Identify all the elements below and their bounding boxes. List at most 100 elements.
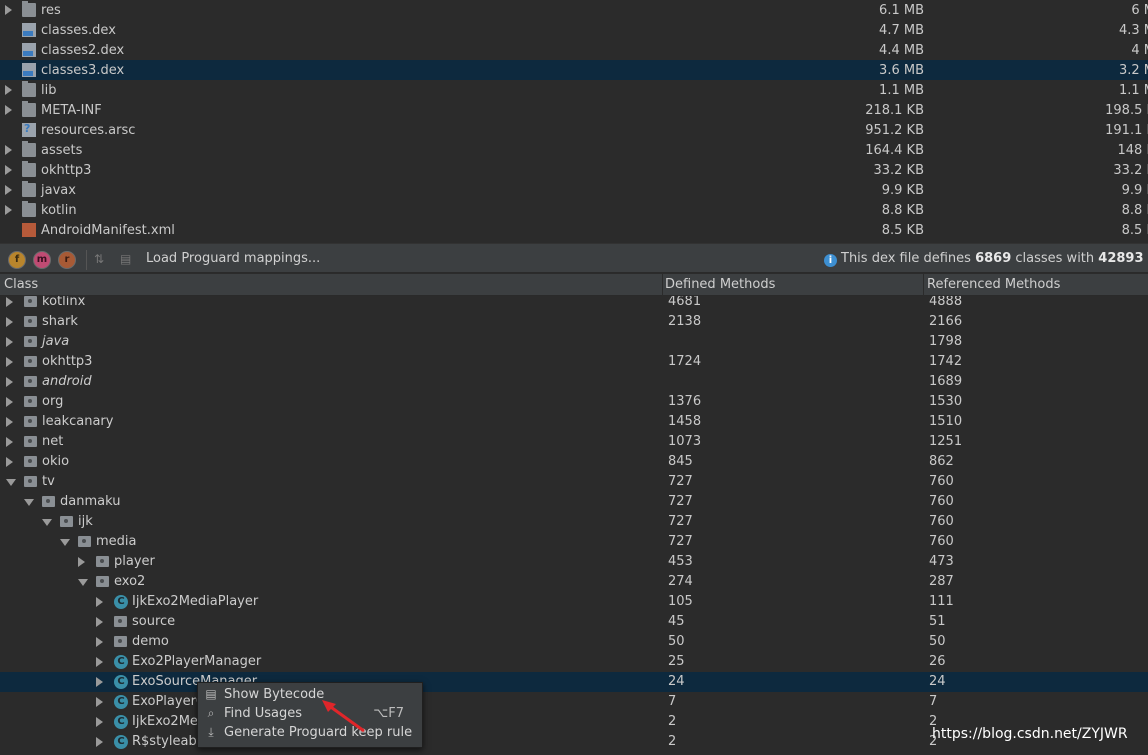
expand-arrow-icon[interactable] xyxy=(96,617,103,627)
expand-arrow-icon[interactable] xyxy=(6,397,13,407)
expand-arrow-icon[interactable] xyxy=(96,657,103,667)
column-header-class[interactable]: Class xyxy=(4,277,38,292)
expand-arrow-icon[interactable] xyxy=(6,337,13,347)
tree-row[interactable]: leakcanary 1458 1510 xyxy=(0,412,1148,432)
tree-row[interactable]: C ExoSourceManager 24 24 xyxy=(0,672,1148,692)
expand-arrow-icon[interactable] xyxy=(96,717,103,727)
column-divider[interactable] xyxy=(662,274,663,296)
tree-row[interactable]: danmaku 727 760 xyxy=(0,492,1148,512)
file-row[interactable]: META-INF 218.1 KB 198.5 K xyxy=(0,100,1148,120)
raw-file-size: 8.8 KB xyxy=(881,202,924,218)
file-name: kotlin xyxy=(41,202,77,218)
tree-row[interactable]: tv 727 760 xyxy=(0,472,1148,492)
tree-row[interactable]: org 1376 1530 xyxy=(0,392,1148,412)
tree-row[interactable]: C IjkExo2MediaPlayer 105 111 xyxy=(0,592,1148,612)
summary-suffix: r xyxy=(1144,251,1148,266)
file-row[interactable]: classes.dex 4.7 MB 4.3 M xyxy=(0,20,1148,40)
expand-arrow-icon[interactable] xyxy=(96,737,103,747)
watermark-text: https://blog.csdn.net/ZYJWR xyxy=(932,726,1128,742)
expand-arrow-icon[interactable] xyxy=(5,85,12,95)
expand-arrow-icon[interactable] xyxy=(6,317,13,327)
show-fields-button[interactable]: f xyxy=(8,251,26,269)
file-row[interactable]: res 6.1 MB 6 M xyxy=(0,0,1148,20)
expand-arrow-icon[interactable] xyxy=(5,105,12,115)
tree-row[interactable]: okhttp3 1724 1742 xyxy=(0,352,1148,372)
expand-arrow-icon[interactable] xyxy=(5,205,12,215)
file-row[interactable]: lib 1.1 MB 1.1 M xyxy=(0,80,1148,100)
expand-arrow-icon[interactable] xyxy=(5,145,12,155)
package-name: demo xyxy=(132,634,169,649)
file-row[interactable]: kotlin 8.8 KB 8.8 K xyxy=(0,200,1148,220)
download-size: 3.2 M xyxy=(1118,62,1148,78)
expand-arrow-icon[interactable] xyxy=(96,637,103,647)
class-name: R$styleabl xyxy=(132,734,201,749)
tree-row[interactable]: C Exo2PlayerManager 25 26 xyxy=(0,652,1148,672)
show-references-button[interactable]: r xyxy=(58,251,76,269)
tree-row[interactable]: kotlinx 4681 4888 xyxy=(0,296,1148,312)
defined-methods-count: 2 xyxy=(668,734,677,749)
file-name: META-INF xyxy=(41,102,102,118)
collapse-arrow-icon[interactable] xyxy=(78,579,88,586)
tree-row[interactable]: ijk 727 760 xyxy=(0,512,1148,532)
filter-icon[interactable]: ▤ xyxy=(120,252,134,266)
expand-arrow-icon[interactable] xyxy=(5,165,12,175)
package-icon xyxy=(114,636,127,647)
defined-methods-count: 1724 xyxy=(668,354,702,369)
menu-item-find-usages[interactable]: ⌕ Find Usages ⌥F7 xyxy=(198,704,422,723)
tree-row[interactable]: java 1798 xyxy=(0,332,1148,352)
tree-row[interactable]: android 1689 xyxy=(0,372,1148,392)
collapse-arrow-icon[interactable] xyxy=(60,539,70,546)
tree-row[interactable]: net 1073 1251 xyxy=(0,432,1148,452)
package-icon xyxy=(24,316,37,327)
expand-arrow-icon[interactable] xyxy=(6,417,13,427)
download-size: 198.5 K xyxy=(1105,102,1148,118)
file-name: classes2.dex xyxy=(41,42,125,58)
column-header-defined-methods[interactable]: Defined Methods xyxy=(665,277,775,292)
collapse-arrow-icon[interactable] xyxy=(6,479,16,486)
file-name: lib xyxy=(41,82,57,98)
file-row[interactable]: classes2.dex 4.4 MB 4 M xyxy=(0,40,1148,60)
referenced-methods-count: 760 xyxy=(929,514,954,529)
folder-icon xyxy=(22,181,36,197)
menu-item-generate-proguard-keep-rule[interactable]: ⤓ Generate Proguard keep rule xyxy=(198,723,422,742)
collapse-arrow-icon[interactable] xyxy=(24,499,34,506)
file-row[interactable]: resources.arsc 951.2 KB 191.1 K xyxy=(0,120,1148,140)
menu-item-show-bytecode[interactable]: ▤ Show Bytecode xyxy=(198,685,422,704)
tree-row[interactable]: shark 2138 2166 xyxy=(0,312,1148,332)
expand-arrow-icon[interactable] xyxy=(6,357,13,367)
file-row[interactable]: javax 9.9 KB 9.9 K xyxy=(0,180,1148,200)
raw-file-size: 8.5 KB xyxy=(881,222,924,238)
tree-row[interactable]: demo 50 50 xyxy=(0,632,1148,652)
expand-arrow-icon[interactable] xyxy=(96,677,103,687)
defined-methods-count: 727 xyxy=(668,474,693,489)
xml-file-icon xyxy=(22,223,36,237)
collapse-arrow-icon[interactable] xyxy=(42,519,52,526)
file-row[interactable]: classes3.dex 3.6 MB 3.2 M xyxy=(0,60,1148,80)
column-header-referenced-methods[interactable]: Referenced Methods xyxy=(927,277,1060,292)
package-icon xyxy=(24,336,37,347)
tree-row[interactable]: media 727 760 xyxy=(0,532,1148,552)
tree-row[interactable]: player 453 473 xyxy=(0,552,1148,572)
file-row[interactable]: okhttp3 33.2 KB 33.2 K xyxy=(0,160,1148,180)
file-row[interactable]: AndroidManifest.xml 8.5 KB 8.5 K xyxy=(0,220,1148,240)
expand-arrow-icon[interactable] xyxy=(6,297,13,307)
expand-arrow-icon[interactable] xyxy=(6,437,13,447)
tree-row[interactable]: C ExoPlayerC 7 7 xyxy=(0,692,1148,712)
show-methods-button[interactable]: m xyxy=(33,251,51,269)
expand-arrow-icon[interactable] xyxy=(96,697,103,707)
sort-icon[interactable]: ⇅ xyxy=(94,252,108,266)
tree-row[interactable]: exo2 274 287 xyxy=(0,572,1148,592)
defined-methods-count: 50 xyxy=(668,634,685,649)
expand-arrow-icon[interactable] xyxy=(5,185,12,195)
tree-row[interactable]: okio 845 862 xyxy=(0,452,1148,472)
expand-arrow-icon[interactable] xyxy=(78,557,85,567)
expand-arrow-icon[interactable] xyxy=(5,5,12,15)
expand-arrow-icon[interactable] xyxy=(6,457,13,467)
referenced-methods-count: 760 xyxy=(929,474,954,489)
load-proguard-mappings-button[interactable]: Load Proguard mappings... xyxy=(146,251,320,266)
expand-arrow-icon[interactable] xyxy=(96,597,103,607)
expand-arrow-icon[interactable] xyxy=(6,377,13,387)
file-row[interactable]: assets 164.4 KB 148 K xyxy=(0,140,1148,160)
tree-row[interactable]: source 45 51 xyxy=(0,612,1148,632)
column-divider[interactable] xyxy=(923,274,924,296)
